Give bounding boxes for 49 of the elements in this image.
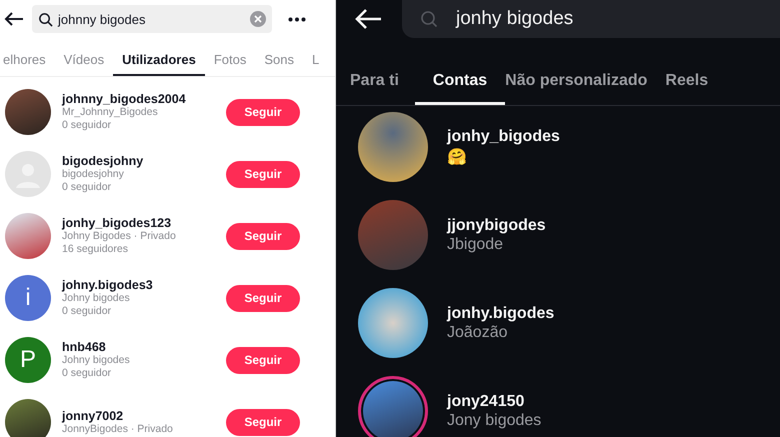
follower-count: 0 seguidor [62, 181, 112, 194]
follow-button[interactable]: Seguir [226, 346, 300, 374]
display-name: JonnyBigodes · Privado [62, 422, 174, 436]
username[interactable]: jonhy_bigodes [447, 128, 560, 146]
search-field[interactable]: jonhy bigodes [402, 0, 780, 38]
display-name: Joãozão [447, 324, 508, 342]
follow-button[interactable]: Seguir [226, 160, 300, 188]
display-name: Mr_Johnny_Bigodes [62, 106, 159, 119]
username[interactable]: jonhy_bigodes123 [62, 216, 226, 230]
letter-avatar: i [5, 275, 51, 321]
follower-count: 0 seguidor [62, 367, 112, 380]
display-name: Johny Bigodes · Privado [62, 230, 177, 243]
tab[interactable]: Reels [665, 72, 726, 105]
tab[interactable]: Contas [414, 72, 506, 105]
username[interactable]: jony24150 [447, 392, 542, 410]
search-field[interactable]: johnny bigodes [32, 5, 272, 33]
letter-avatar: P [5, 337, 51, 383]
follow-button[interactable]: Seguir [226, 284, 300, 312]
avatar-photo [5, 399, 51, 437]
clear-icon[interactable] [250, 11, 266, 27]
username[interactable]: johny.bigodes3 [62, 278, 226, 292]
username[interactable]: jjonybigodes [447, 216, 546, 234]
username[interactable]: jonhy.bigodes [447, 304, 554, 322]
follow-button[interactable]: Seguir [226, 408, 300, 436]
search-icon [420, 10, 438, 28]
display-name: Jony bigodes [447, 412, 542, 430]
default-avatar-icon [5, 151, 51, 197]
tab[interactable]: Utilizadores [113, 52, 205, 76]
back-arrow-icon[interactable] [4, 11, 24, 27]
follower-count: 0 seguidor [62, 119, 112, 132]
display-name: bigodesjohny [62, 168, 125, 181]
avatar-photo [5, 89, 51, 135]
display-name: Jbigode [447, 236, 504, 254]
display-name: Johny bigodes [62, 354, 131, 367]
display-name: 🤗 [447, 147, 468, 166]
more-icon[interactable] [288, 16, 306, 22]
username[interactable]: bigodesjohny [62, 154, 226, 168]
tab[interactable]: Não personalizado [505, 72, 666, 105]
follow-button[interactable]: Seguir [226, 222, 300, 250]
follower-count: 16 seguidores [62, 243, 129, 256]
avatar-photo [5, 213, 51, 259]
username[interactable]: johnny_bigodes2004 [62, 92, 226, 106]
tab[interactable]: Para ti [350, 72, 417, 105]
follower-count: 0 seguidor [62, 305, 112, 318]
search-icon [38, 12, 53, 26]
username[interactable]: jonny7002 [62, 408, 226, 422]
follow-button[interactable]: Seguir [226, 98, 300, 126]
display-name: Johny bigodes [62, 292, 131, 305]
username[interactable]: hnb468 [62, 340, 226, 354]
